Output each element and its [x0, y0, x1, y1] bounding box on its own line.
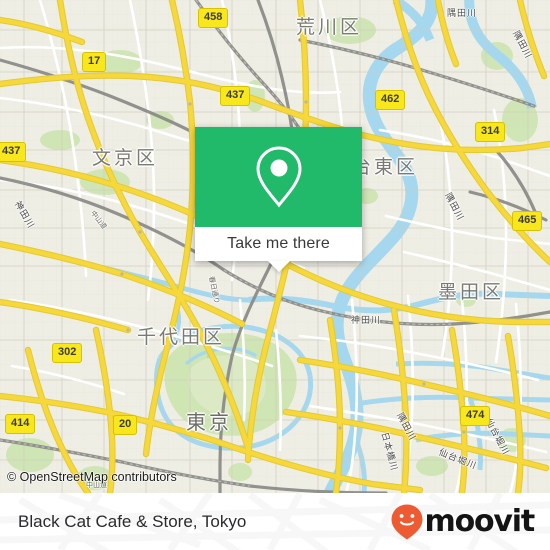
shield-17[interactable]: 17 [82, 52, 107, 72]
shield-314[interactable]: 314 [475, 122, 506, 142]
shield-20[interactable]: 20 [113, 415, 138, 435]
shield-437-left[interactable]: 437 [0, 142, 27, 162]
shield-458[interactable]: 458 [198, 8, 229, 28]
moovit-smiley-pin-icon [391, 504, 423, 539]
shield-414[interactable]: 414 [5, 414, 36, 434]
take-me-there-callout[interactable]: Take me there [195, 127, 362, 272]
shield-465[interactable]: 465 [512, 211, 543, 231]
moovit-wordmark: moovit [424, 503, 536, 539]
location-pin-icon [255, 146, 302, 208]
callout-action-bar[interactable]: Take me there [195, 227, 362, 272]
take-me-there-label: Take me there [227, 235, 330, 252]
place-title: Black Cat Cafe & Store, Tokyo [18, 511, 247, 531]
moovit-logo[interactable]: moovit [390, 503, 536, 541]
osm-attribution[interactable]: © OpenStreetMap contributors [7, 470, 177, 484]
shield-462[interactable]: 462 [375, 90, 406, 110]
map-canvas[interactable]: 荒川区 文京区 台東区 墨田区 千代田区 東京 隅田川 隅田川 隅田川 隅田川 … [0, 0, 550, 493]
shield-302[interactable]: 302 [52, 343, 83, 363]
shield-474[interactable]: 474 [460, 406, 491, 426]
callout-tail-arrow [267, 261, 290, 272]
callout-pin-panel [195, 127, 362, 227]
footer-bar: Black Cat Cafe & Store, Tokyo moovit [0, 493, 550, 550]
shield-437-top[interactable]: 437 [220, 86, 251, 106]
